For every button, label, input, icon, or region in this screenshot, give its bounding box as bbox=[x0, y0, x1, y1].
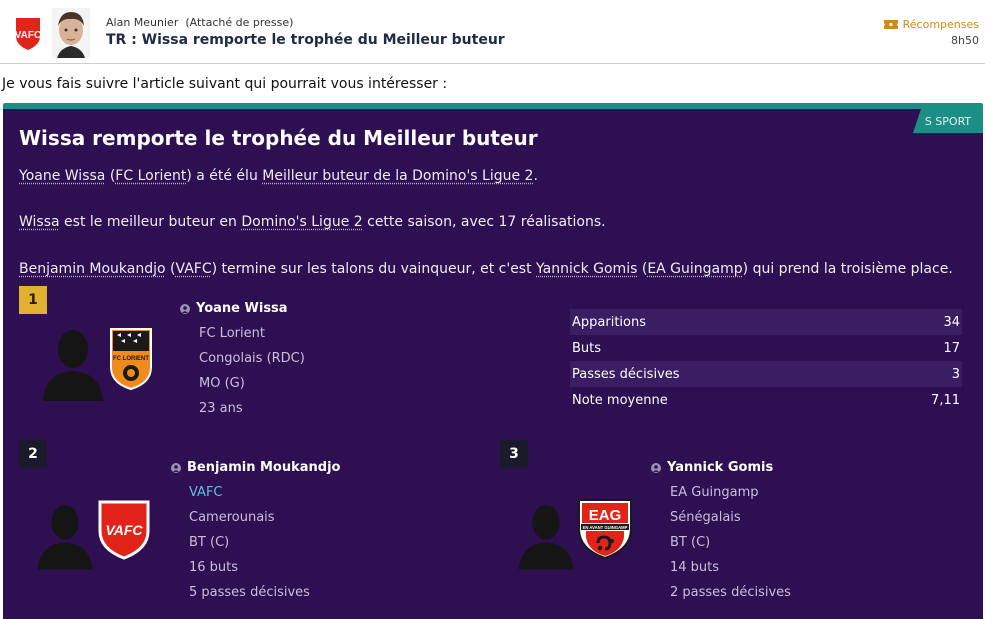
winner-1-club[interactable]: FC Lorient bbox=[199, 326, 265, 341]
award-link[interactable]: Meilleur buteur de la Domino's Ligue 2 bbox=[262, 168, 533, 184]
club-link-vafc[interactable]: VAFC bbox=[176, 261, 212, 277]
winner-stats-table: Apparitions 34 Buts 17 Passes décisives 3 N… bbox=[570, 309, 962, 413]
vafc-club-logo[interactable]: VAFC bbox=[12, 14, 44, 52]
fc-lorient-crest[interactable]: FC LORIENT bbox=[109, 327, 153, 391]
svg-text:VAFC: VAFC bbox=[105, 522, 143, 538]
person-icon bbox=[180, 304, 190, 314]
vafc-crest[interactable]: VAFC bbox=[97, 499, 151, 561]
person-icon bbox=[651, 463, 661, 473]
winner-2-club[interactable]: VAFC bbox=[189, 485, 223, 500]
winner-3-assists: 2 passes décisives bbox=[670, 585, 791, 600]
svg-text:EAG: EAG bbox=[589, 507, 622, 524]
article-paragraph-2: Wissa est le meilleur buteur en Domino's… bbox=[19, 214, 606, 230]
reward-link[interactable]: Récompenses bbox=[884, 18, 979, 31]
article-title: Wissa remporte le trophée du Meilleur bu… bbox=[19, 126, 538, 150]
competition-link[interactable]: Domino's Ligue 2 bbox=[241, 214, 362, 230]
winner-2-assists: 5 passes décisives bbox=[189, 585, 310, 600]
rank-badge-1: 1 bbox=[19, 286, 47, 314]
article-paragraph-3: Benjamin Moukandjo (VAFC) termine sur le… bbox=[19, 261, 953, 277]
player-silhouette-3[interactable] bbox=[517, 499, 575, 571]
club-link-guingamp[interactable]: EA Guingamp bbox=[647, 261, 742, 277]
winner-3-name[interactable]: Yannick Gomis bbox=[651, 460, 773, 475]
sender-avatar[interactable] bbox=[52, 8, 90, 58]
winner-1-position: MO (G) bbox=[199, 376, 245, 391]
stat-row: Apparitions 34 bbox=[570, 309, 962, 335]
club-link-lorient[interactable]: FC Lorient bbox=[115, 168, 186, 184]
winner-3-goals: 14 buts bbox=[670, 560, 719, 575]
sender-role: (Attaché de presse) bbox=[185, 16, 293, 29]
ticket-icon bbox=[884, 20, 898, 29]
news-article-card: S SPORT Wissa remporte le trophée du Mei… bbox=[3, 103, 983, 619]
ea-guingamp-crest[interactable]: EAG EN AVANT GUINGAMP bbox=[576, 497, 634, 561]
intro-text: Je vous fais suivre l'article suivant qu… bbox=[2, 76, 447, 92]
winner-2-position: BT (C) bbox=[189, 535, 229, 550]
winner-3-position: BT (C) bbox=[670, 535, 710, 550]
rank-badge-2: 2 bbox=[19, 440, 47, 468]
player-link-gomis[interactable]: Yannick Gomis bbox=[536, 261, 637, 277]
winner-1-name[interactable]: Yoane Wissa bbox=[180, 301, 288, 316]
winner-2-name[interactable]: Benjamin Moukandjo bbox=[171, 460, 340, 475]
player-silhouette-1[interactable] bbox=[41, 325, 105, 401]
winner-1-nationality: Congolais (RDC) bbox=[199, 351, 305, 366]
message-header: VAFC Alan Meunier (Attaché de presse) TR… bbox=[0, 0, 985, 64]
winner-2-nationality: Camerounais bbox=[189, 510, 275, 525]
winner-2-goals: 16 buts bbox=[189, 560, 238, 575]
player-link-wissa[interactable]: Yoane Wissa bbox=[19, 168, 105, 184]
message-subject: TR : Wissa remporte le trophée du Meille… bbox=[106, 32, 505, 48]
sender-name[interactable]: Alan Meunier bbox=[106, 16, 178, 29]
svg-text:VAFC: VAFC bbox=[15, 30, 41, 41]
player-link-moukandjo[interactable]: Benjamin Moukandjo bbox=[19, 261, 166, 277]
svg-text:FC LORIENT: FC LORIENT bbox=[113, 356, 149, 362]
winner-3-nationality: Sénégalais bbox=[670, 510, 741, 525]
sender-line: Alan Meunier (Attaché de presse) bbox=[106, 16, 293, 29]
article-paragraph-1: Yoane Wissa (FC Lorient) a été élu Meill… bbox=[19, 168, 538, 184]
message-time: 8h50 bbox=[951, 34, 979, 47]
stat-row: Passes décisives 3 bbox=[570, 361, 962, 387]
source-badge: S SPORT bbox=[913, 109, 983, 133]
player-link-wissa-2[interactable]: Wissa bbox=[19, 214, 60, 230]
winner-3-club[interactable]: EA Guingamp bbox=[670, 485, 759, 500]
stat-row: Buts 17 bbox=[570, 335, 962, 361]
stat-row: Note moyenne 7,11 bbox=[570, 387, 962, 413]
person-icon bbox=[171, 463, 181, 473]
reward-label: Récompenses bbox=[903, 18, 979, 31]
svg-text:EN AVANT GUINGAMP: EN AVANT GUINGAMP bbox=[583, 525, 628, 530]
player-silhouette-2[interactable] bbox=[36, 499, 94, 571]
rank-badge-3: 3 bbox=[500, 440, 528, 468]
winner-1-age: 23 ans bbox=[199, 401, 243, 416]
